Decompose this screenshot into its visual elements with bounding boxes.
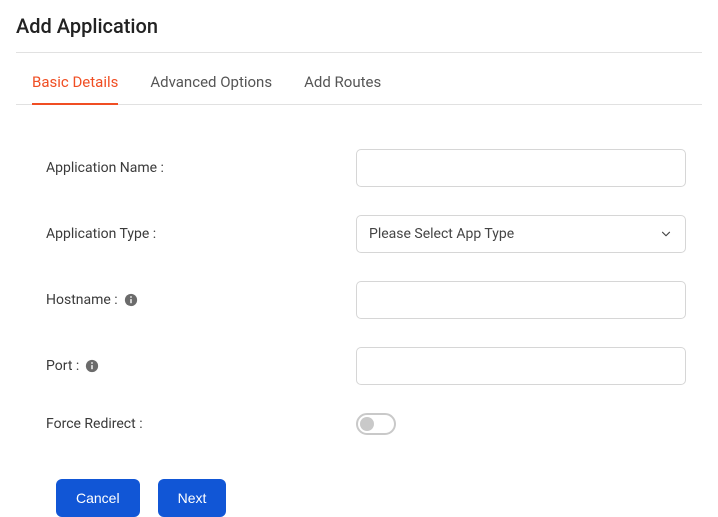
label-port: Port : (46, 358, 356, 374)
label-application-type: Application Type : (46, 226, 356, 242)
row-force-redirect: Force Redirect : (46, 413, 686, 435)
label-force-redirect-text: Force Redirect : (46, 416, 143, 432)
toggle-knob (360, 417, 374, 431)
info-icon[interactable] (85, 359, 99, 373)
row-application-name: Application Name : (46, 149, 686, 187)
divider (16, 52, 702, 53)
port-input[interactable] (356, 347, 686, 385)
label-port-text: Port : (46, 358, 79, 374)
cancel-button[interactable]: Cancel (56, 479, 140, 517)
application-type-select[interactable]: Please Select App Type (356, 215, 686, 253)
tab-basic-details[interactable]: Basic Details (32, 73, 118, 105)
form-basic-details: Application Name : Application Type : Pl… (16, 105, 702, 517)
label-application-type-text: Application Type : (46, 226, 156, 242)
form-actions: Cancel Next (46, 479, 686, 517)
label-hostname: Hostname : (46, 292, 356, 308)
next-button[interactable]: Next (158, 479, 227, 517)
info-icon[interactable] (124, 293, 138, 307)
label-application-name: Application Name : (46, 160, 356, 176)
tabs: Basic Details Advanced Options Add Route… (16, 73, 702, 105)
application-name-input[interactable] (356, 149, 686, 187)
tab-add-routes[interactable]: Add Routes (304, 73, 381, 105)
label-force-redirect: Force Redirect : (46, 416, 356, 432)
force-redirect-toggle[interactable] (356, 413, 396, 435)
chevron-down-icon (659, 227, 673, 241)
label-hostname-text: Hostname : (46, 292, 118, 308)
row-port: Port : (46, 347, 686, 385)
tab-advanced-options[interactable]: Advanced Options (150, 73, 272, 105)
application-type-selected-text: Please Select App Type (369, 226, 514, 242)
row-application-type: Application Type : Please Select App Typ… (46, 215, 686, 253)
label-application-name-text: Application Name : (46, 160, 164, 176)
row-hostname: Hostname : (46, 281, 686, 319)
hostname-input[interactable] (356, 281, 686, 319)
page-title: Add Application (16, 14, 702, 52)
